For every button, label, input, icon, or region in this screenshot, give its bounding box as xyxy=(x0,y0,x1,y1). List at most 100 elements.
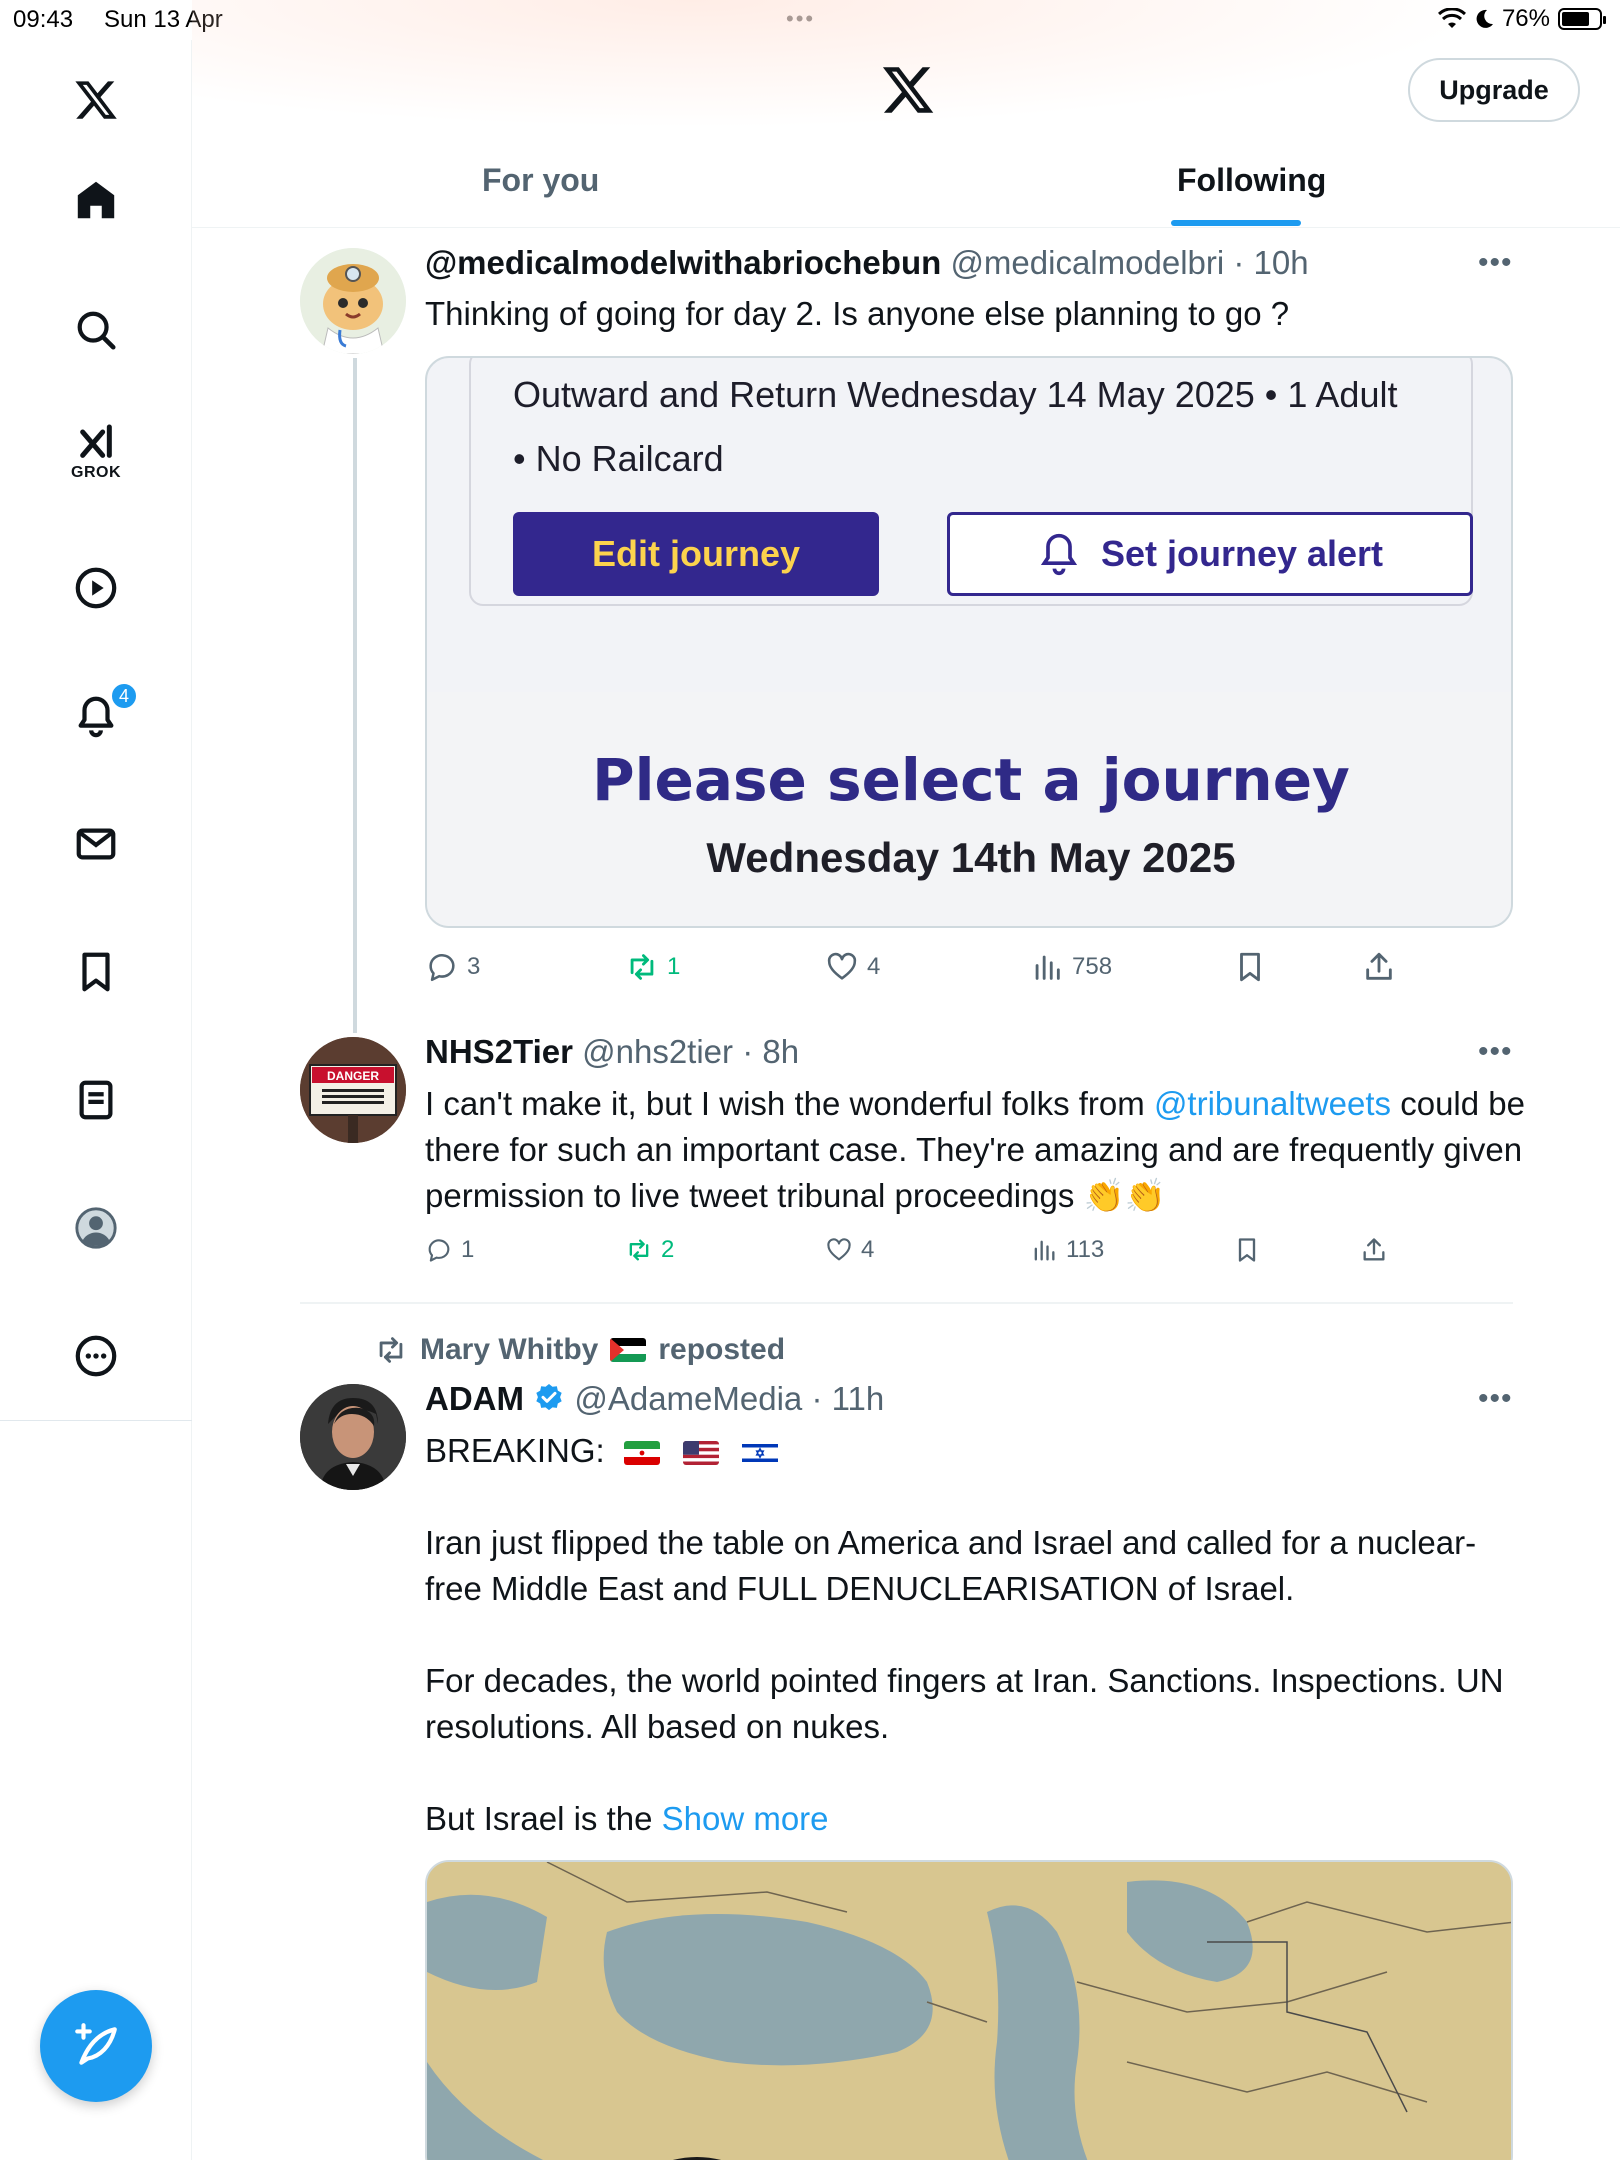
post-header: ADAM @AdameMedia · 11h xyxy=(425,1380,884,1418)
bookmark-button[interactable] xyxy=(1233,950,1267,984)
post-header: @medicalmodelwithabriochebun @medicalmod… xyxy=(425,244,1309,282)
repost-button[interactable]: 2 xyxy=(625,1236,674,1264)
wifi-icon xyxy=(1437,8,1466,28)
israel-flag-icon xyxy=(742,1441,779,1466)
post-time[interactable]: · 8h xyxy=(742,1033,799,1070)
post-author-name[interactable]: ADAM xyxy=(425,1380,524,1417)
notifications-icon[interactable]: 4 xyxy=(66,682,138,746)
tab-for-you[interactable]: For you xyxy=(482,162,599,199)
post-author-handle[interactable]: @medicalmodelbri xyxy=(950,244,1224,281)
map-graphic xyxy=(427,1862,1511,2160)
share-button[interactable] xyxy=(1360,1236,1388,1264)
video-icon[interactable] xyxy=(66,558,126,618)
repost-button[interactable]: 1 xyxy=(625,950,680,984)
lists-icon[interactable] xyxy=(66,1070,126,1130)
post-divider xyxy=(300,1302,1513,1304)
verified-badge-icon xyxy=(536,1384,562,1411)
post-media-image[interactable]: Outward and Return Wednesday 14 May 2025… xyxy=(425,356,1513,928)
avatar[interactable] xyxy=(300,1384,406,1490)
views-button[interactable]: 113 xyxy=(1030,1236,1104,1264)
reply-count: 3 xyxy=(467,953,481,980)
x-logo-icon[interactable] xyxy=(66,70,126,130)
journey-summary-card: Outward and Return Wednesday 14 May 2025… xyxy=(469,358,1473,606)
post-header: NHS2Tier @nhs2tier · 8h xyxy=(425,1033,799,1071)
post-author-handle[interactable]: @AdameMedia xyxy=(574,1380,802,1417)
post-time[interactable]: · 11h xyxy=(811,1380,884,1417)
journey-summary-line1: Outward and Return Wednesday 14 May 2025… xyxy=(513,374,1398,415)
views-count: 113 xyxy=(1066,1236,1105,1263)
views-chart-icon xyxy=(1034,1240,1055,1261)
compose-button[interactable] xyxy=(40,1990,152,2102)
battery-icon xyxy=(1558,8,1606,30)
avatar[interactable] xyxy=(300,248,406,354)
post-time[interactable]: · 10h xyxy=(1233,244,1308,281)
bell-icon xyxy=(1040,533,1078,576)
reply-count: 1 xyxy=(461,1236,475,1263)
post-actions: 1 2 4 113 xyxy=(425,1236,1525,1276)
thread-line xyxy=(353,358,357,1033)
post-more-icon[interactable]: ••• xyxy=(1478,1382,1513,1416)
heart-icon xyxy=(827,1238,851,1261)
reply-button[interactable]: 3 xyxy=(425,950,480,984)
post-paragraph-3-text: But Israel is the xyxy=(425,1800,653,1837)
reposter-name[interactable]: Mary Whitby xyxy=(420,1333,598,1367)
sidebar: GROK 4 xyxy=(0,40,192,2160)
views-chart-icon xyxy=(1035,955,1060,980)
views-button[interactable]: 758 xyxy=(1030,950,1112,984)
more-options-icon[interactable] xyxy=(66,1326,126,1386)
heart-icon xyxy=(827,952,857,980)
header-x-logo-icon[interactable] xyxy=(880,62,936,118)
set-journey-alert-button: Set journey alert xyxy=(947,512,1473,596)
share-icon xyxy=(1366,952,1392,980)
active-tab-indicator xyxy=(1171,220,1301,226)
post-author-name[interactable]: @medicalmodelwithabriochebun xyxy=(425,244,941,281)
multitask-dots[interactable]: ••• xyxy=(786,6,815,32)
post-more-icon[interactable]: ••• xyxy=(1478,246,1513,280)
post-paragraph-3: But Israel is the Show more xyxy=(425,1796,1525,1842)
repost-icon xyxy=(379,1337,403,1363)
status-right: 76% xyxy=(1437,5,1606,33)
journey-summary-line2: • No Railcard xyxy=(513,438,724,479)
post-actions: 3 1 4 758 xyxy=(425,950,1525,990)
iran-flag-icon xyxy=(623,1441,660,1466)
like-count: 4 xyxy=(867,953,881,980)
repost-icon xyxy=(629,1239,649,1261)
grok-icon[interactable]: GROK xyxy=(66,422,126,482)
share-button[interactable] xyxy=(1362,950,1396,984)
like-button[interactable]: 4 xyxy=(825,950,880,984)
reply-icon xyxy=(428,1239,450,1262)
post-more-icon[interactable]: ••• xyxy=(1478,1035,1513,1069)
bookmark-icon xyxy=(1238,1238,1256,1262)
post-text: Thinking of going for day 2. Is anyone e… xyxy=(425,295,1290,332)
status-bar: 09:43 Sun 13 Apr ••• 76% xyxy=(0,0,1620,40)
reply-icon xyxy=(429,954,455,982)
journey-select-date: Wednesday 14th May 2025 xyxy=(706,834,1236,881)
search-icon[interactable] xyxy=(66,300,126,360)
bookmark-button[interactable] xyxy=(1233,1236,1261,1264)
bookmarks-icon[interactable] xyxy=(66,942,126,1002)
tab-following[interactable]: Following xyxy=(1177,162,1326,199)
home-icon[interactable] xyxy=(66,170,126,230)
profile-icon[interactable] xyxy=(66,1198,126,1258)
post-author-name[interactable]: NHS2Tier xyxy=(425,1033,573,1070)
palestine-flag-icon xyxy=(610,1338,647,1362)
status-date: Sun 13 Apr xyxy=(104,6,223,33)
bookmark-icon xyxy=(1240,952,1260,982)
moon-icon xyxy=(1476,9,1493,28)
sidebar-divider xyxy=(0,1420,192,1421)
grok-label: GROK xyxy=(71,464,121,481)
mention-link[interactable]: @tribunaltweets xyxy=(1154,1085,1391,1122)
show-more-link[interactable]: Show more xyxy=(662,1800,829,1837)
avatar[interactable]: DANGER xyxy=(300,1037,406,1143)
set-journey-alert-label: Set journey alert xyxy=(1100,533,1384,574)
upgrade-button[interactable]: Upgrade xyxy=(1408,58,1580,122)
like-count: 4 xyxy=(861,1236,875,1263)
post-map-image[interactable] xyxy=(425,1860,1513,2160)
post-author-handle[interactable]: @nhs2tier xyxy=(582,1033,733,1070)
post-paragraph-1: Iran just flipped the table on America a… xyxy=(425,1524,1477,1607)
messages-icon[interactable] xyxy=(66,814,126,874)
repost-icon xyxy=(630,954,654,980)
repost-count: 1 xyxy=(667,953,681,980)
reply-button[interactable]: 1 xyxy=(425,1236,474,1264)
like-button[interactable]: 4 xyxy=(825,1236,874,1264)
